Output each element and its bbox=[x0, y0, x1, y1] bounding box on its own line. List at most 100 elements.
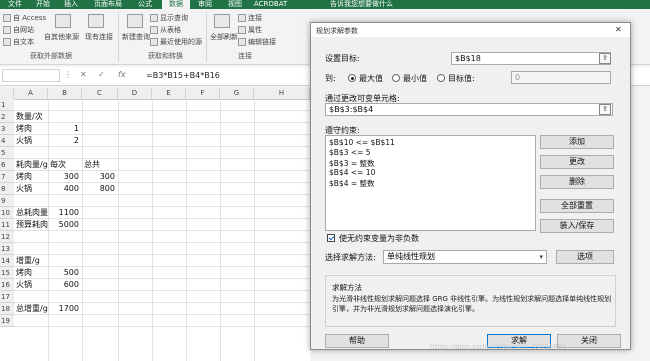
row-header-15[interactable]: 15 bbox=[0, 267, 14, 279]
fx-icon[interactable]: fx bbox=[118, 70, 126, 79]
existing-connections-button[interactable]: 现有连接 bbox=[85, 32, 113, 42]
row-header-4[interactable]: 4 bbox=[0, 135, 14, 147]
value-of-label: 目标值: bbox=[448, 74, 475, 83]
tab-review[interactable]: 审阅 bbox=[198, 0, 218, 9]
cell-b7[interactable]: 300 bbox=[50, 171, 79, 183]
column-header-e[interactable]: E bbox=[152, 88, 186, 99]
row-header-9[interactable]: 9 bbox=[0, 195, 14, 207]
connections-button[interactable]: 连接 bbox=[248, 13, 262, 23]
cell-b15[interactable]: 500 bbox=[50, 267, 79, 279]
cell-b18[interactable]: 1700 bbox=[50, 303, 79, 315]
row-header-8[interactable]: 8 bbox=[0, 183, 14, 195]
tab-insert[interactable]: 插入 bbox=[64, 0, 84, 9]
cell-b11[interactable]: 5000 bbox=[50, 219, 79, 231]
row-header-11[interactable]: 11 bbox=[0, 219, 14, 231]
cancel-icon[interactable]: ✕ bbox=[80, 70, 87, 79]
from-text-button[interactable]: 自文本 bbox=[13, 37, 34, 47]
min-radio[interactable] bbox=[392, 74, 400, 82]
cell-b10[interactable]: 1100 bbox=[50, 207, 79, 219]
row-header-7[interactable]: 7 bbox=[0, 171, 14, 183]
column-header-g[interactable]: G bbox=[220, 88, 254, 99]
row-header-2[interactable]: 2 bbox=[0, 111, 14, 123]
cell-b4[interactable]: 2 bbox=[50, 135, 79, 147]
help-button[interactable]: 帮助 bbox=[325, 334, 389, 348]
properties-icon bbox=[238, 26, 246, 34]
check-icon[interactable]: ✓ bbox=[98, 70, 105, 79]
cell-b16[interactable]: 600 bbox=[50, 279, 79, 291]
select-all-corner[interactable] bbox=[0, 88, 14, 99]
objective-input[interactable]: $B$18 bbox=[451, 52, 611, 65]
constraints-list[interactable]: $B$10 <= $B$11 $B$3 <= 5 $B$3 = 整数 $B$4 … bbox=[325, 135, 536, 231]
cell-b3[interactable]: 1 bbox=[50, 123, 79, 135]
from-other-sources-button[interactable]: 自其他来源 bbox=[44, 32, 79, 42]
tab-formulas[interactable]: 公式 bbox=[138, 0, 158, 9]
recent-sources-button[interactable]: 最近使用的源 bbox=[160, 37, 202, 47]
edit-links-button[interactable]: 编辑链接 bbox=[248, 37, 276, 47]
delete-button[interactable]: 删除 bbox=[540, 175, 614, 189]
worksheet-grid[interactable]: ABCDEFGH 1 2 3 4 5 6 7 8 9 10 11 12 13 14 15 16 17 18 19 数… bbox=[0, 88, 310, 361]
close-icon[interactable]: ✕ bbox=[615, 25, 622, 34]
tab-home[interactable]: 开始 bbox=[36, 0, 56, 9]
tab-view[interactable]: 视图 bbox=[228, 0, 248, 9]
cell-b8[interactable]: 400 bbox=[50, 183, 79, 195]
target-value-input[interactable]: 0 bbox=[511, 71, 611, 84]
change-button[interactable]: 更改 bbox=[540, 155, 614, 169]
tell-me-search[interactable]: 告诉我您想要做什么 bbox=[330, 0, 450, 9]
from-web-button[interactable]: 自网站 bbox=[13, 25, 34, 35]
row-header-17[interactable]: 17 bbox=[0, 291, 14, 303]
dialog-title-bar[interactable]: 规划求解参数 ✕ bbox=[311, 23, 630, 37]
refresh-all-button[interactable]: 全部刷新 bbox=[210, 32, 238, 42]
max-radio[interactable] bbox=[348, 74, 356, 82]
from-access-button[interactable]: 自 Access bbox=[13, 13, 46, 23]
row-header-18[interactable]: 18 bbox=[0, 303, 14, 315]
row-header-19[interactable]: 19 bbox=[0, 315, 14, 327]
collapse-dialog-icon[interactable]: ⇪ bbox=[599, 104, 611, 115]
ribbon-separator bbox=[118, 12, 119, 62]
options-button[interactable]: 选项 bbox=[556, 250, 614, 264]
reset-all-button[interactable]: 全部重置 bbox=[540, 199, 614, 213]
constraint-item[interactable]: $B$4 <= 10 bbox=[329, 168, 375, 177]
row-header-6[interactable]: 6 bbox=[0, 159, 14, 171]
collapse-dialog-icon[interactable]: ⇪ bbox=[599, 53, 611, 64]
solving-method-select[interactable]: 单纯线性规划 ▾ bbox=[383, 250, 547, 264]
show-queries-button[interactable]: 显示查询 bbox=[160, 13, 188, 23]
cell-c7[interactable]: 300 bbox=[84, 171, 115, 183]
value-of-radio[interactable] bbox=[437, 74, 445, 82]
name-box[interactable] bbox=[2, 69, 60, 82]
column-header-f[interactable]: F bbox=[186, 88, 220, 99]
close-button[interactable]: 关闭 bbox=[557, 334, 621, 348]
row-header-10[interactable]: 10 bbox=[0, 207, 14, 219]
row-header-5[interactable]: 5 bbox=[0, 147, 14, 159]
formula-input[interactable]: =B3*B15+B4*B16 bbox=[146, 71, 220, 80]
column-header-a[interactable]: A bbox=[14, 88, 48, 99]
constraint-item[interactable]: $B$3 <= 5 bbox=[329, 148, 371, 157]
cell-a2[interactable]: 数量/次 bbox=[16, 111, 76, 123]
tab-page-layout[interactable]: 页面布局 bbox=[94, 0, 130, 9]
row-header-1[interactable]: 1 bbox=[0, 99, 14, 111]
new-query-button[interactable]: 新建查询 bbox=[122, 32, 150, 42]
cell-c8[interactable]: 800 bbox=[84, 183, 115, 195]
row-header-12[interactable]: 12 bbox=[0, 231, 14, 243]
from-table-button[interactable]: 从表格 bbox=[160, 25, 181, 35]
column-header-h[interactable]: H bbox=[254, 88, 310, 99]
cell-a14[interactable]: 增重/g bbox=[16, 255, 76, 267]
column-header-b[interactable]: B bbox=[48, 88, 82, 99]
row-header-3[interactable]: 3 bbox=[0, 123, 14, 135]
nonnegative-checkbox[interactable] bbox=[327, 234, 335, 242]
row-header-16[interactable]: 16 bbox=[0, 279, 14, 291]
tab-acrobat[interactable]: ACROBAT bbox=[254, 0, 294, 9]
constraint-item[interactable]: $B$4 = 整数 bbox=[329, 178, 375, 189]
tab-file[interactable]: 文件 bbox=[8, 0, 28, 9]
cell-c6[interactable]: 总共 bbox=[84, 159, 144, 171]
column-header-c[interactable]: C bbox=[82, 88, 118, 99]
column-header-d[interactable]: D bbox=[118, 88, 152, 99]
constraint-item[interactable]: $B$10 <= $B$11 bbox=[329, 138, 395, 147]
load-save-button[interactable]: 装入/保存 bbox=[540, 219, 614, 233]
row-header-13[interactable]: 13 bbox=[0, 243, 14, 255]
properties-button[interactable]: 属性 bbox=[248, 25, 262, 35]
refresh-all-icon bbox=[214, 14, 230, 28]
tab-data[interactable]: 数据 bbox=[162, 0, 190, 9]
row-header-14[interactable]: 14 bbox=[0, 255, 14, 267]
add-button[interactable]: 添加 bbox=[540, 135, 614, 149]
changing-cells-input[interactable]: $B$3:$B$4 bbox=[325, 103, 613, 116]
